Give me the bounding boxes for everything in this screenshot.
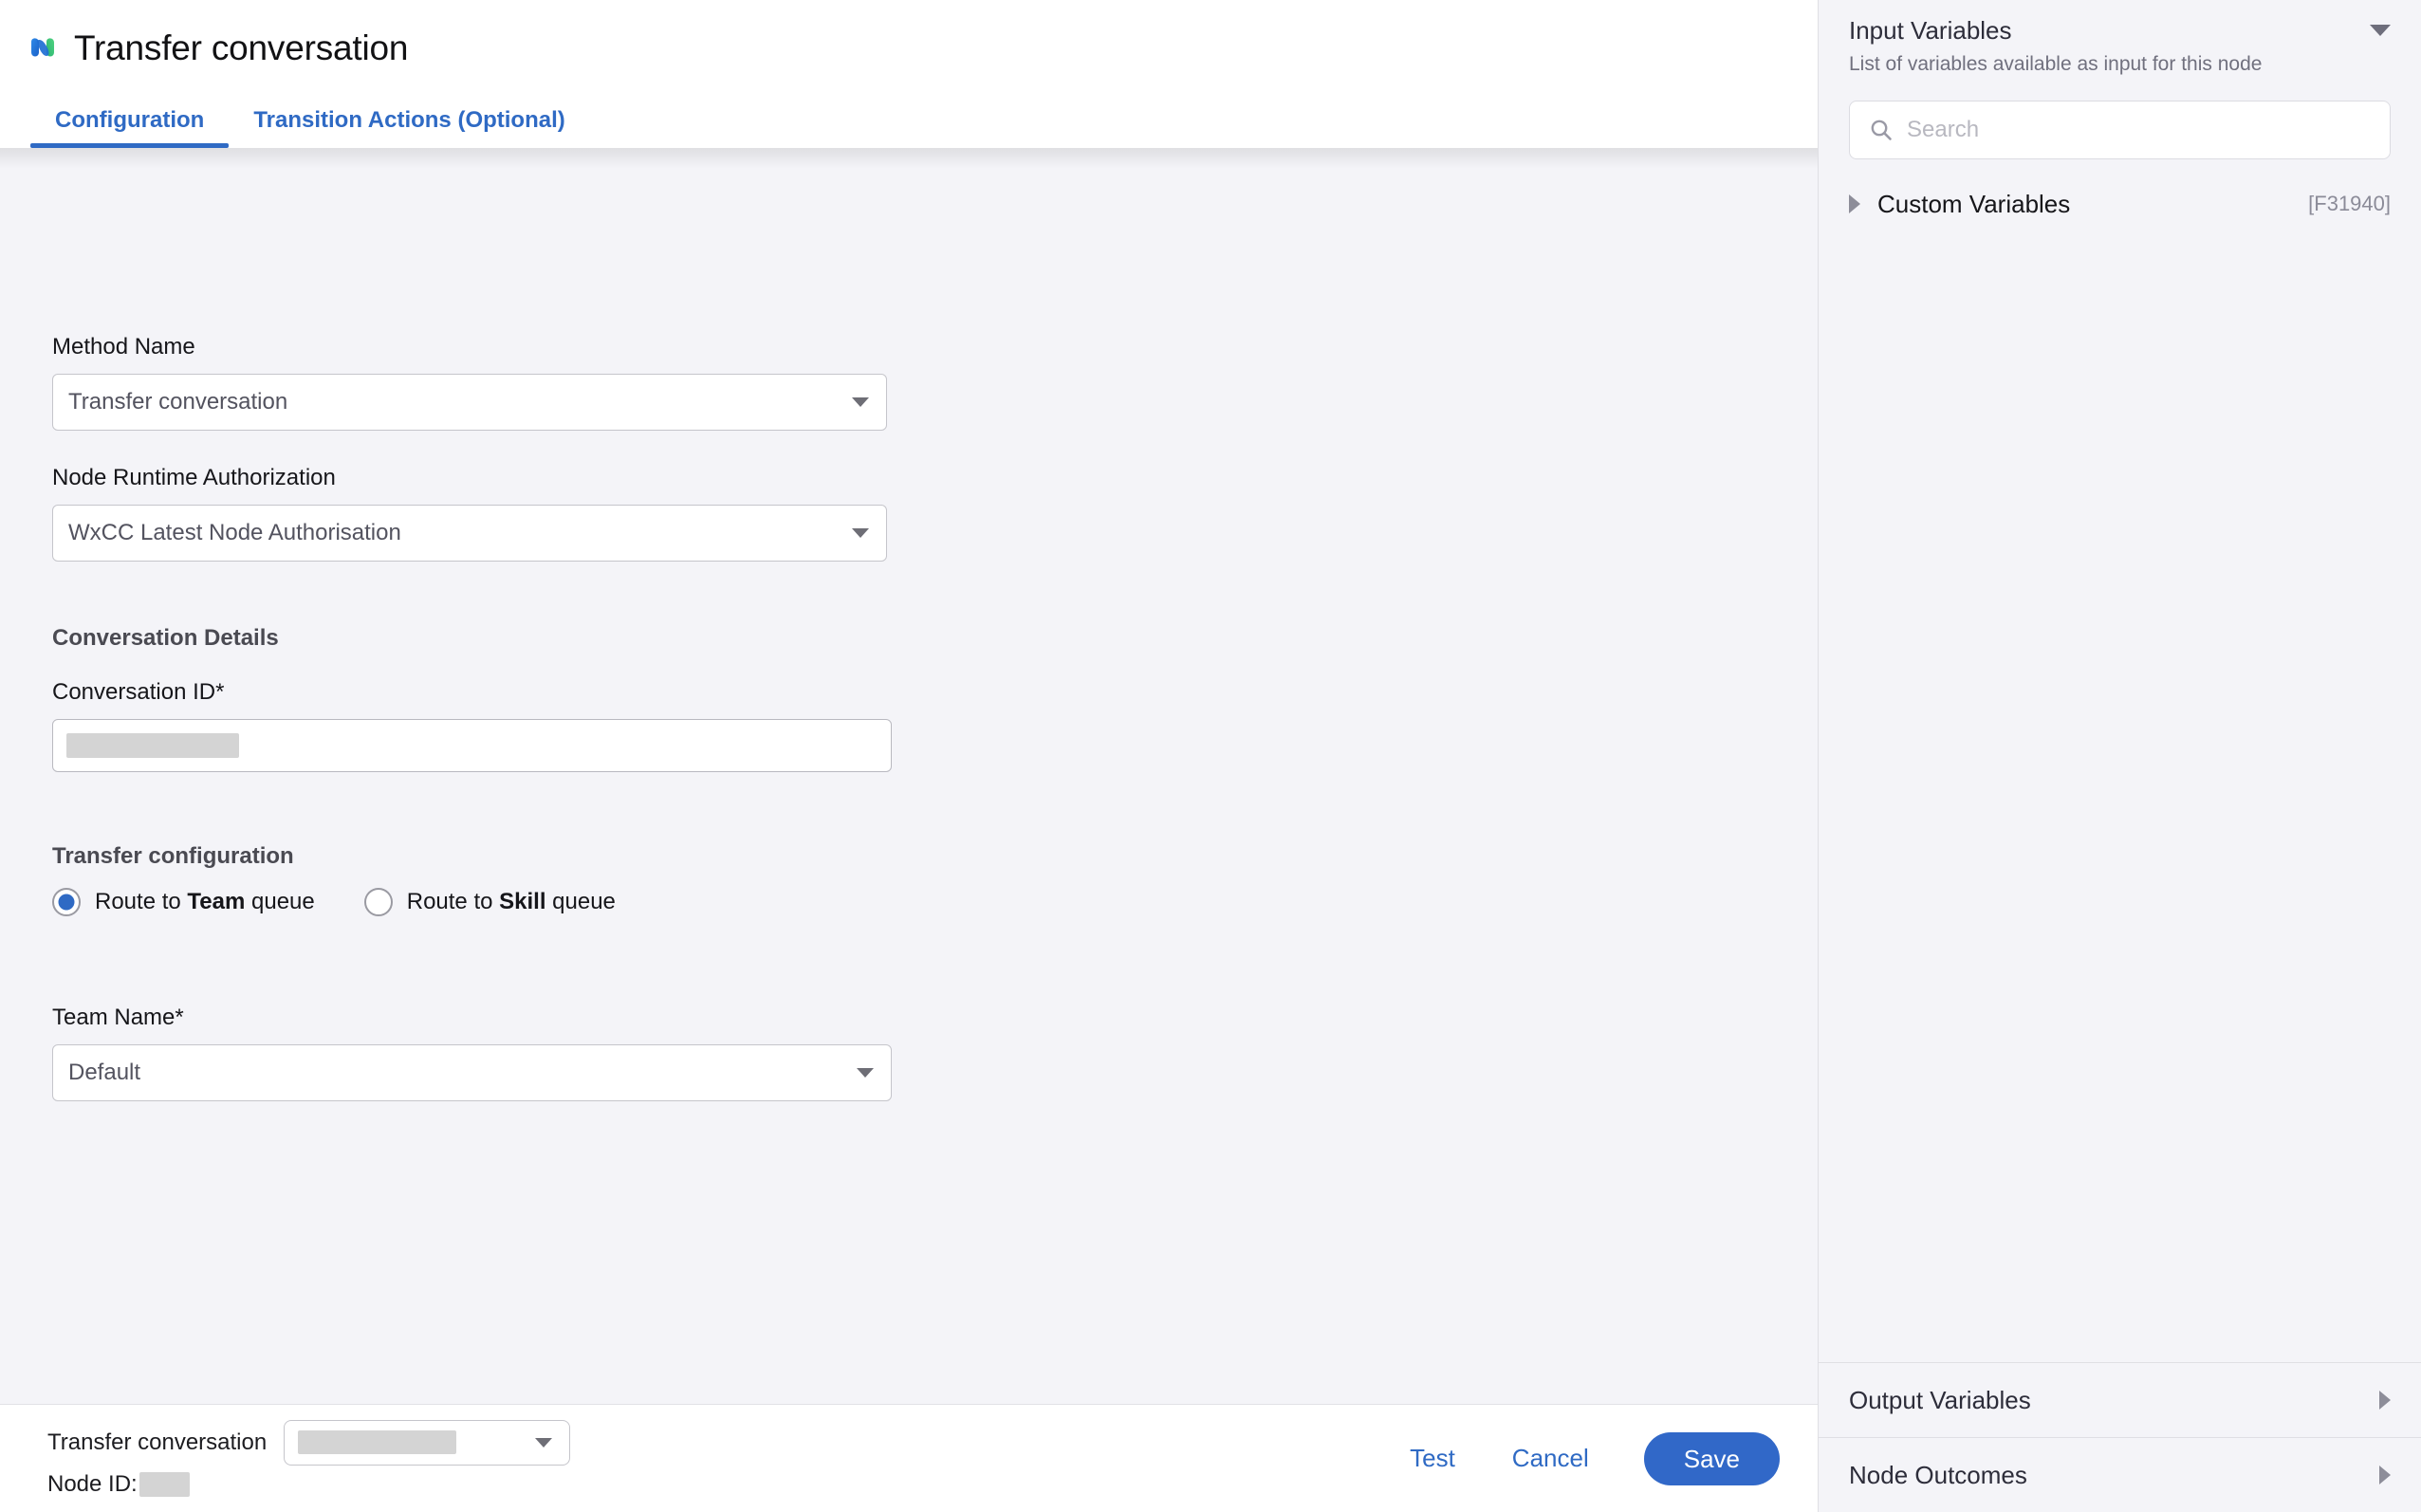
redacted-value [298, 1430, 457, 1454]
variable-group-custom-variables[interactable]: Custom Variables [F31940] [1849, 190, 2391, 219]
field-method-name: Method Name Transfer conversation [52, 336, 887, 431]
tab-transition-actions[interactable]: Transition Actions (Optional) [229, 109, 589, 148]
search-input[interactable] [1907, 116, 2371, 143]
section-title-transfer-configuration: Transfer configuration [52, 843, 294, 869]
radio-skill-strong: Skill [499, 889, 546, 914]
input-variables-section: Input Variables List of variables availa… [1819, 0, 2421, 219]
node-configuration-dialog: Transfer conversation Configuration Tran… [0, 0, 2421, 1512]
section-node-outcomes[interactable]: Node Outcomes [1819, 1437, 2421, 1512]
configuration-form: Method Name Transfer conversation Node R… [0, 148, 1818, 1404]
footer-node-row: Transfer conversation [47, 1419, 571, 1466]
section-transfer-configuration: Transfer configuration [52, 845, 294, 868]
team-name-select[interactable]: Default [52, 1044, 892, 1101]
radio-route-to-skill-queue[interactable]: Route to Skill queue [363, 888, 616, 916]
variables-search-box[interactable] [1849, 100, 2391, 159]
redacted-value [66, 733, 239, 758]
tab-bar: Configuration Transition Actions (Option… [0, 82, 1818, 148]
section-title-conversation-details: Conversation Details [52, 625, 279, 651]
dialog-footer: Transfer conversation Node ID: Test Canc… [0, 1404, 1818, 1512]
label-node-runtime-authorization: Node Runtime Authorization [52, 465, 336, 490]
variables-panel: Input Variables List of variables availa… [1818, 0, 2421, 1512]
section-conversation-details: Conversation Details [52, 627, 279, 650]
field-team-name: Team Name* Default [52, 1006, 892, 1101]
radio-route-to-team-queue[interactable]: Route to Team queue [52, 888, 315, 916]
webex-logo-icon [27, 31, 59, 64]
tab-configuration[interactable]: Configuration [30, 109, 230, 148]
panel-spacer [1819, 219, 2421, 1362]
radio-label-team: Route to Team queue [95, 889, 315, 915]
radio-skill-suffix: queue [545, 889, 616, 914]
output-variables-label: Output Variables [1849, 1385, 2031, 1414]
chevron-down-icon [852, 528, 869, 538]
conversation-id-input[interactable] [52, 719, 892, 772]
label-node-id: Node ID: [47, 1470, 138, 1497]
footer-actions: Test Cancel Save [1408, 1431, 1780, 1485]
chevron-down-icon [535, 1437, 553, 1447]
variable-group-badge: [F31940] [2308, 192, 2391, 216]
radio-team-strong: Team [187, 889, 246, 914]
save-button[interactable]: Save [1643, 1431, 1780, 1485]
test-button[interactable]: Test [1408, 1440, 1457, 1477]
radio-team-suffix: queue [245, 889, 315, 914]
field-conversation-id: Conversation ID* [52, 681, 892, 772]
footer-node-select[interactable] [284, 1419, 571, 1466]
label-conversation-id: Conversation ID* [52, 679, 225, 705]
radio-team-prefix: Route to [95, 889, 188, 914]
label-method-name: Method Name [52, 334, 195, 360]
label-team-name: Team Name* [52, 1005, 184, 1030]
chevron-right-icon [1849, 194, 1860, 214]
footer-node-name: Transfer conversation [47, 1429, 268, 1455]
chevron-right-icon [2379, 1391, 2391, 1410]
input-variables-title: Input Variables [1849, 16, 2012, 45]
transfer-configuration-radio-group: Route to Team queue Route to Skill queue [52, 888, 616, 916]
method-name-select[interactable]: Transfer conversation [52, 374, 887, 431]
input-variables-heading-text: Input Variables List of variables availa… [1849, 17, 2262, 76]
method-name-value: Transfer conversation [68, 389, 288, 415]
node-runtime-authorization-value: WxCC Latest Node Authorisation [68, 520, 401, 545]
footer-node-info: Transfer conversation Node ID: [47, 1419, 571, 1498]
field-node-runtime-authorization: Node Runtime Authorization WxCC Latest N… [52, 467, 887, 562]
chevron-right-icon [2379, 1466, 2391, 1484]
chevron-down-icon[interactable] [2370, 25, 2391, 36]
team-name-value: Default [68, 1060, 141, 1085]
input-variables-header: Input Variables List of variables availa… [1849, 17, 2391, 76]
search-icon [1869, 118, 1894, 142]
input-variables-subtitle: List of variables available as input for… [1849, 52, 2263, 75]
redacted-node-id [139, 1471, 190, 1497]
radio-mark-skill [363, 888, 393, 916]
footer-node-id-row: Node ID: [47, 1471, 570, 1498]
chevron-down-icon [852, 397, 869, 407]
variable-group-label: Custom Variables [1877, 189, 2071, 218]
section-output-variables[interactable]: Output Variables [1819, 1362, 2421, 1437]
node-outcomes-label: Node Outcomes [1849, 1460, 2027, 1489]
radio-skill-prefix: Route to [406, 889, 500, 914]
node-runtime-authorization-select[interactable]: WxCC Latest Node Authorisation [52, 505, 887, 562]
page-title: Transfer conversation [74, 28, 409, 67]
main-pane: Transfer conversation Configuration Tran… [0, 0, 1818, 1512]
chevron-down-icon [857, 1068, 874, 1078]
node-header: Transfer conversation Configuration Tran… [0, 0, 1818, 148]
radio-mark-team [52, 888, 81, 916]
node-title-row: Transfer conversation [0, 0, 1818, 82]
cancel-button[interactable]: Cancel [1510, 1440, 1591, 1477]
radio-label-skill: Route to Skill queue [407, 889, 616, 915]
